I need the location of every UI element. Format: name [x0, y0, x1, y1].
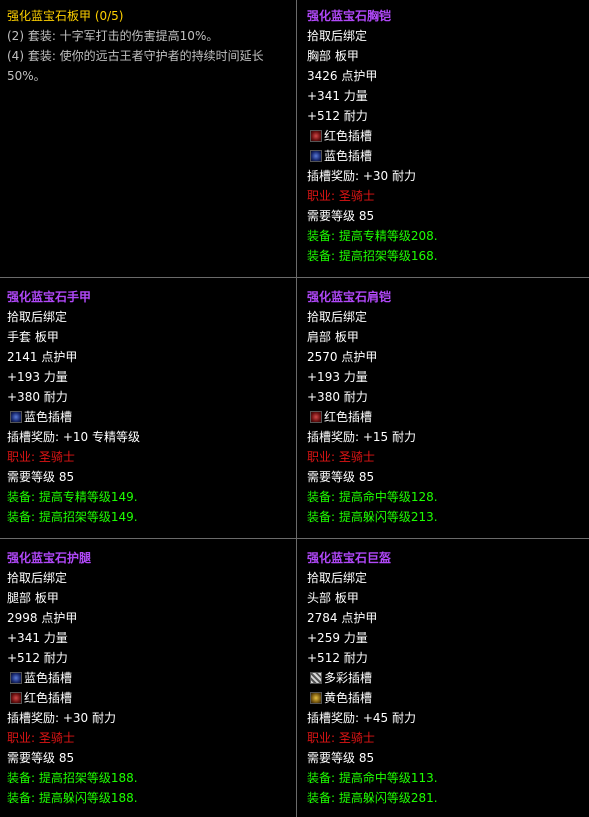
- item-tooltip-gloves: 强化蓝宝石手甲 拾取后绑定手套 板甲 2141 点护甲 +193 力量 +380 耐力蓝…: [7, 287, 292, 527]
- horizontal-divider-1: [0, 277, 589, 278]
- bind-type: 拾取后绑定: [7, 571, 68, 585]
- item-tooltip-chest: 强化蓝宝石胸铠 拾取后绑定胸部 板甲 3426 点护甲 +341 力量 +512 耐力红…: [307, 6, 587, 266]
- item-name: 强化蓝宝石肩铠: [307, 290, 392, 304]
- equip-effect: 装备: 提高躲闪等级213.: [307, 510, 438, 524]
- socket-label: 红色插槽: [324, 129, 373, 143]
- bind-type: 拾取后绑定: [307, 571, 368, 585]
- red-socket-icon: [10, 692, 22, 704]
- slot-type: 手套 板甲: [7, 330, 59, 344]
- armor-value: 2998 点护甲: [7, 611, 78, 625]
- stat-line: +259 力量: [307, 631, 368, 645]
- item-tooltip-legs: 强化蓝宝石护腿 拾取后绑定腿部 板甲 2998 点护甲 +341 力量 +512 耐力蓝…: [7, 548, 292, 808]
- armor-value: 3426 点护甲: [307, 69, 378, 83]
- set-bonus-4: (4) 套装: 使你的远古王者守护者的持续时间延长: [7, 49, 264, 63]
- socket-row: 蓝色插槽: [307, 146, 587, 166]
- bind-type: 拾取后绑定: [307, 29, 368, 43]
- class-requirement: 职业: 圣骑士: [7, 450, 75, 464]
- class-requirement: 职业: 圣骑士: [307, 189, 375, 203]
- equip-effect: 装备: 提高招架等级168.: [307, 249, 438, 263]
- bind-type: 拾取后绑定: [7, 310, 68, 324]
- red-socket-icon: [310, 411, 322, 423]
- socket-bonus: 插槽奖励: +30 耐力: [7, 711, 116, 725]
- socket-row: 多彩插槽: [307, 668, 587, 688]
- equip-effect: 装备: 提高命中等级128.: [307, 490, 438, 504]
- level-requirement: 需要等级 85: [7, 470, 75, 484]
- socket-label: 红色插槽: [24, 691, 73, 705]
- level-requirement: 需要等级 85: [307, 209, 375, 223]
- equip-effect: 装备: 提高命中等级113.: [307, 771, 438, 785]
- stat-line: +512 耐力: [7, 651, 68, 665]
- blue-socket-icon: [310, 150, 322, 162]
- item-name: 强化蓝宝石护腿: [7, 551, 92, 565]
- vertical-divider: [296, 0, 297, 817]
- blue-socket-icon: [10, 672, 22, 684]
- stat-line: +512 耐力: [307, 109, 368, 123]
- slot-type: 肩部 板甲: [307, 330, 359, 344]
- level-requirement: 需要等级 85: [307, 751, 375, 765]
- socket-label: 蓝色插槽: [24, 410, 73, 424]
- socket-label: 多彩插槽: [324, 671, 373, 685]
- equip-effect: 装备: 提高躲闪等级281.: [307, 791, 438, 805]
- socket-row: 黄色插槽: [307, 688, 587, 708]
- level-requirement: 需要等级 85: [7, 751, 75, 765]
- item-name: 强化蓝宝石巨盔: [307, 551, 392, 565]
- blue-socket-icon: [10, 411, 22, 423]
- socket-bonus: 插槽奖励: +45 耐力: [307, 711, 416, 725]
- equip-effect: 装备: 提高招架等级188.: [7, 771, 138, 785]
- stat-line: +380 耐力: [7, 390, 68, 404]
- socket-bonus: 插槽奖励: +15 耐力: [307, 430, 416, 444]
- set-bonus-panel: 强化蓝宝石板甲 (0/5) (2) 套装: 十字军打击的伤害提高10%。 (4)…: [7, 6, 292, 86]
- item-name: 强化蓝宝石手甲: [7, 290, 92, 304]
- stat-line: +512 耐力: [307, 651, 368, 665]
- equip-effect: 装备: 提高专精等级208.: [307, 229, 438, 243]
- stat-line: +193 力量: [7, 370, 68, 384]
- prismatic-socket-icon: [310, 672, 322, 684]
- slot-type: 腿部 板甲: [7, 591, 59, 605]
- item-name: 强化蓝宝石胸铠: [307, 9, 392, 23]
- item-tooltip-shoulders: 强化蓝宝石肩铠 拾取后绑定肩部 板甲 2570 点护甲 +193 力量 +380 耐力红…: [307, 287, 587, 527]
- set-bonus-2: (2) 套装: 十字军打击的伤害提高10%。: [7, 29, 219, 43]
- socket-row: 红色插槽: [307, 126, 587, 146]
- stat-line: +380 耐力: [307, 390, 368, 404]
- socket-row: 红色插槽: [7, 688, 292, 708]
- socket-bonus: 插槽奖励: +10 专精等级: [7, 430, 140, 444]
- level-requirement: 需要等级 85: [307, 470, 375, 484]
- socket-label: 蓝色插槽: [24, 671, 73, 685]
- equip-effect: 装备: 提高招架等级149.: [7, 510, 138, 524]
- red-socket-icon: [310, 130, 322, 142]
- set-title: 强化蓝宝石板甲 (0/5): [7, 9, 124, 23]
- equip-effect: 装备: 提高专精等级149.: [7, 490, 138, 504]
- socket-row: 蓝色插槽: [7, 407, 292, 427]
- set-bonus-4-cont: 50%。: [7, 69, 46, 83]
- equip-effect: 装备: 提高躲闪等级188.: [7, 791, 138, 805]
- bind-type: 拾取后绑定: [307, 310, 368, 324]
- socket-row: 红色插槽: [307, 407, 587, 427]
- yellow-socket-icon: [310, 692, 322, 704]
- socket-label: 黄色插槽: [324, 691, 373, 705]
- armor-value: 2141 点护甲: [7, 350, 78, 364]
- class-requirement: 职业: 圣骑士: [307, 450, 375, 464]
- horizontal-divider-2: [0, 538, 589, 539]
- armor-value: 2784 点护甲: [307, 611, 378, 625]
- class-requirement: 职业: 圣骑士: [307, 731, 375, 745]
- armor-value: 2570 点护甲: [307, 350, 378, 364]
- item-tooltip-helm: 强化蓝宝石巨盔 拾取后绑定头部 板甲 2784 点护甲 +259 力量 +512 耐力多…: [307, 548, 587, 808]
- class-requirement: 职业: 圣骑士: [7, 731, 75, 745]
- stat-line: +193 力量: [307, 370, 368, 384]
- socket-row: 蓝色插槽: [7, 668, 292, 688]
- slot-type: 头部 板甲: [307, 591, 359, 605]
- slot-type: 胸部 板甲: [307, 49, 359, 63]
- socket-label: 红色插槽: [324, 410, 373, 424]
- stat-line: +341 力量: [7, 631, 68, 645]
- stat-line: +341 力量: [307, 89, 368, 103]
- socket-bonus: 插槽奖励: +30 耐力: [307, 169, 416, 183]
- socket-label: 蓝色插槽: [324, 149, 373, 163]
